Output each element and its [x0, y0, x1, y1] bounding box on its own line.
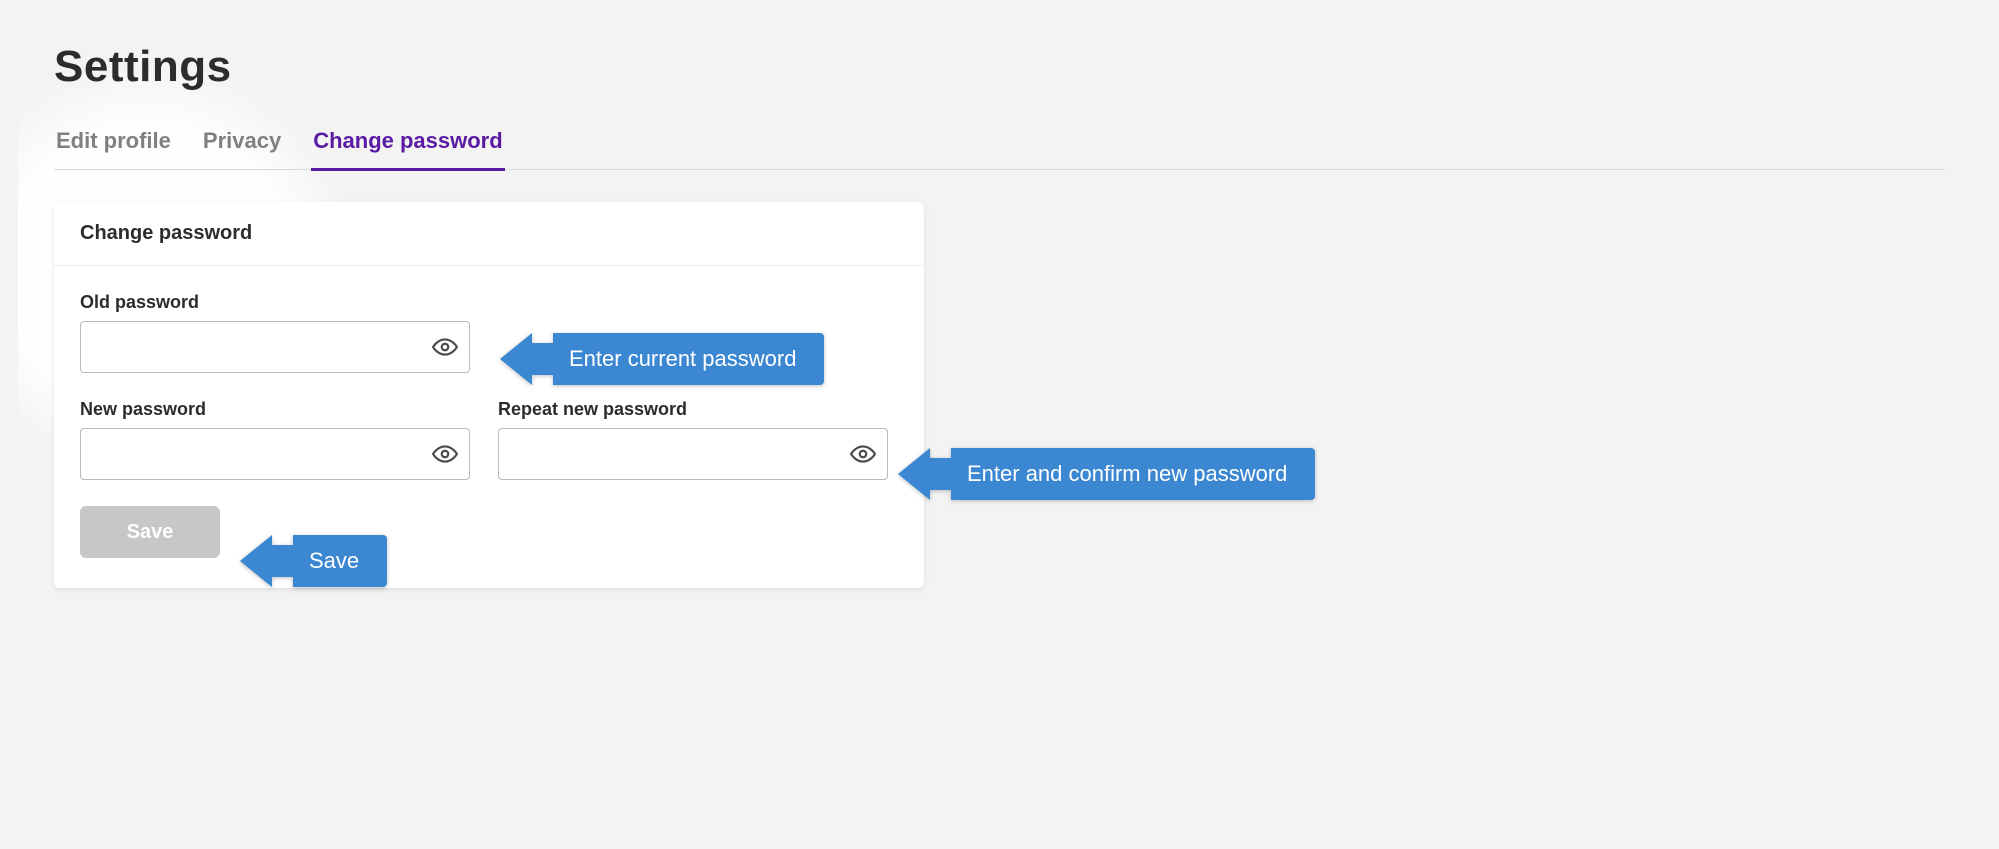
repeat-password-field: Repeat new password — [498, 399, 888, 480]
tab-privacy[interactable]: Privacy — [201, 128, 283, 171]
old-password-field: Old password — [80, 292, 470, 373]
annotation-label: Enter and confirm new password — [951, 448, 1315, 500]
settings-tabs: Edit profile Privacy Change password — [54, 128, 1945, 170]
new-password-field: New password — [80, 399, 470, 480]
eye-icon[interactable] — [850, 441, 876, 467]
change-password-panel: Change password Old password — [54, 202, 924, 588]
old-password-input[interactable] — [80, 321, 470, 373]
tab-change-password[interactable]: Change password — [311, 128, 504, 171]
repeat-password-label: Repeat new password — [498, 399, 888, 420]
annotation-enter-new: Enter and confirm new password — [898, 448, 1315, 500]
old-password-label: Old password — [80, 292, 470, 313]
settings-page: Settings Edit profile Privacy Change pas… — [18, 18, 1981, 831]
eye-icon[interactable] — [432, 334, 458, 360]
page-title: Settings — [54, 42, 1945, 92]
panel-body: Old password New password — [54, 266, 924, 588]
old-password-row: Old password — [80, 292, 898, 373]
content-area: Settings Edit profile Privacy Change pas… — [18, 18, 1981, 831]
panel-heading: Change password — [54, 202, 924, 266]
new-password-input[interactable] — [80, 428, 470, 480]
old-password-input-wrap — [80, 321, 470, 373]
tab-edit-profile[interactable]: Edit profile — [54, 128, 173, 171]
repeat-password-input-wrap — [498, 428, 888, 480]
repeat-password-input[interactable] — [498, 428, 888, 480]
new-password-input-wrap — [80, 428, 470, 480]
new-password-label: New password — [80, 399, 470, 420]
new-password-row: New password Repeat new password — [80, 399, 898, 480]
save-button[interactable]: Save — [80, 506, 220, 558]
eye-icon[interactable] — [432, 441, 458, 467]
